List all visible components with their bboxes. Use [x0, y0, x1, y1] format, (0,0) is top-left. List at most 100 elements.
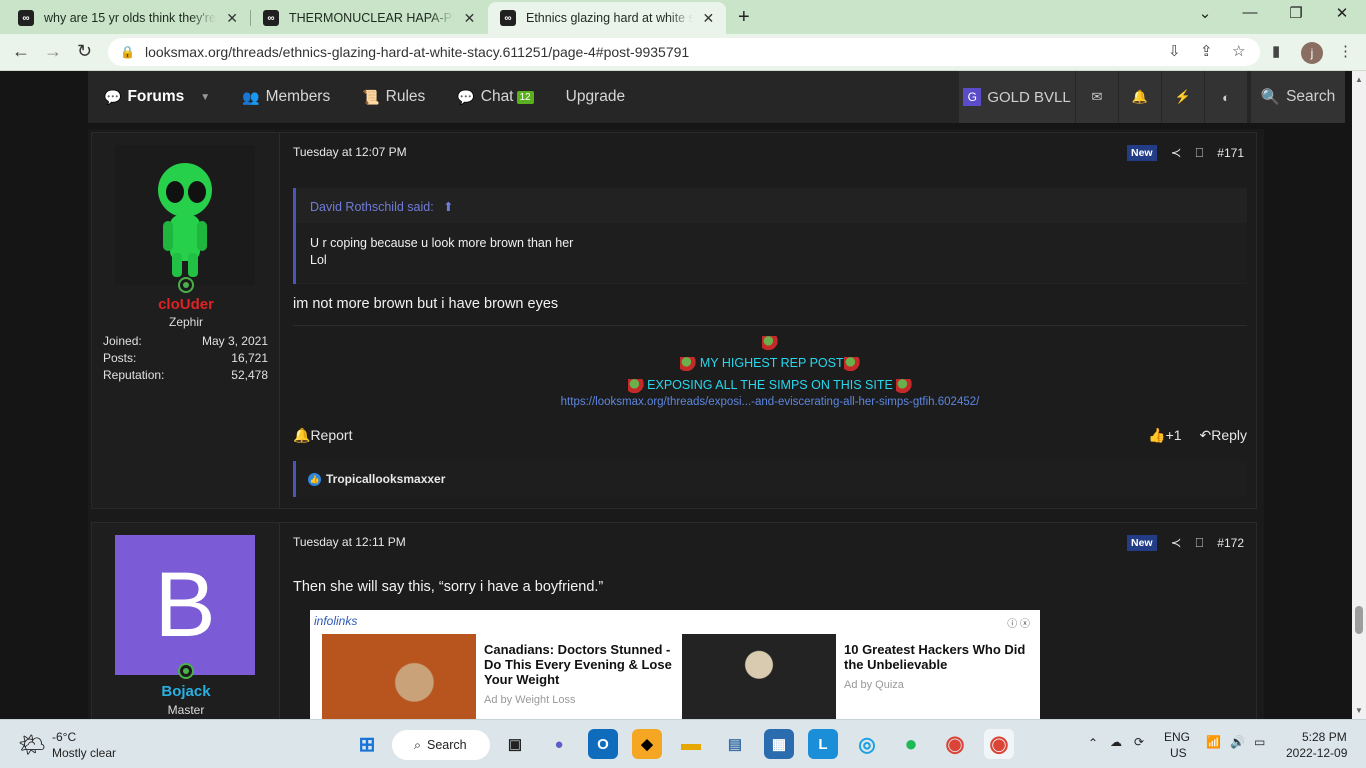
start-icon[interactable]: ⊞	[352, 729, 382, 759]
language-label[interactable]: ENG	[1164, 730, 1190, 744]
stat-label: Posts:	[103, 351, 137, 365]
side-panel-icon[interactable]: ▮	[1272, 42, 1280, 60]
scanner-app-icon[interactable]: ▤	[720, 729, 750, 759]
new-badge: New	[1126, 145, 1157, 161]
ad-title[interactable]: Canadians: Doctors Stunned - Do This Eve…	[484, 642, 676, 687]
sig-line-1[interactable]: MY HIGHEST REP POST	[293, 352, 1247, 374]
l-app-icon[interactable]: L	[808, 729, 838, 759]
chrome-icon[interactable]: ◉	[940, 729, 970, 759]
infolinks-ad[interactable]: infolinks ⓘ ⓧ Canadians: Doctors Stunned…	[310, 610, 1040, 719]
alerts-bell-icon[interactable]: 🔔	[1119, 71, 1161, 123]
close-window-button[interactable]: ✕	[1322, 4, 1362, 22]
weather-desc[interactable]: Mostly clear	[52, 746, 116, 760]
forward-icon[interactable]: →	[44, 41, 62, 62]
scroll-thumb[interactable]	[1355, 606, 1363, 634]
share-icon[interactable]: ≺	[1171, 145, 1182, 161]
lock-icon[interactable]: 🔒	[120, 45, 135, 59]
nav-members[interactable]: 👥 Members	[226, 71, 346, 123]
account-button[interactable]: G GOLD BVLL	[959, 71, 1075, 123]
report-button[interactable]: 🔔Report	[293, 427, 352, 444]
browser-tab-2[interactable]: ∞ THERMONUCLEAR HAPA-PILL | L ✕	[251, 2, 487, 34]
bookmark-icon[interactable]: ⎕	[1195, 535, 1203, 551]
file-explorer-icon[interactable]: ▬	[676, 729, 706, 759]
username[interactable]: Bojack	[92, 683, 280, 700]
sig-link[interactable]: https://looksmax.org/threads/exposi...-a…	[293, 396, 1247, 408]
battery-icon[interactable]: ▭	[1254, 735, 1265, 749]
weather-temp[interactable]: -6°C	[52, 730, 76, 744]
outlook-icon[interactable]: O	[588, 729, 618, 759]
page-scrollbar[interactable]: ▲ ▼	[1352, 71, 1366, 719]
minimize-button[interactable]: —	[1230, 4, 1270, 21]
user-avatar-alien[interactable]	[115, 145, 255, 285]
volume-icon[interactable]: 🔊	[1230, 735, 1245, 749]
ad-close-icon[interactable]: ⓘ ⓧ	[1007, 615, 1030, 630]
user-avatar-letter[interactable]: B	[115, 535, 255, 675]
store-icon[interactable]: ▦	[764, 729, 794, 759]
nav-forums[interactable]: 💬 Forums ▼	[88, 71, 226, 123]
tab-search-icon[interactable]: ⌄	[1185, 4, 1225, 22]
reacted-by[interactable]: Tropicallooksmaxxer	[326, 472, 445, 486]
region-label[interactable]: US	[1170, 746, 1187, 760]
clock-time[interactable]: 5:28 PM	[1302, 730, 1347, 744]
ad-image-spice[interactable]	[322, 634, 476, 719]
post-date[interactable]: Tuesday at 12:11 PM	[293, 535, 406, 549]
tab-title: why are 15 yr olds think they're s	[44, 11, 217, 25]
ad-title[interactable]: 10 Greatest Hackers Who Did the Unbeliev…	[844, 642, 1036, 672]
bookmark-star-icon[interactable]: ☆	[1232, 42, 1245, 60]
reactions-bar[interactable]: 👍 Tropicallooksmaxxer	[293, 461, 1247, 497]
chevron-down-icon[interactable]: ▼	[200, 92, 210, 103]
username[interactable]: cloUder	[92, 296, 280, 313]
scroll-icon: 📜	[362, 88, 380, 105]
share-icon[interactable]: ⇪	[1200, 42, 1213, 60]
teams-icon[interactable]: ●	[544, 729, 574, 759]
close-tab-icon[interactable]: ✕	[462, 10, 477, 27]
edge-icon[interactable]: ◎	[852, 729, 882, 759]
browser-tab-strip: ∞ why are 15 yr olds think they're s ✕ ∞…	[0, 0, 1366, 34]
style-toggle-icon[interactable]: ◐	[1205, 71, 1247, 123]
restore-button[interactable]: ❐	[1276, 4, 1316, 22]
ad-image-hacker[interactable]	[682, 634, 836, 719]
browser-tab-3-active[interactable]: ∞ Ethnics glazing hard at white stac ✕	[488, 2, 726, 34]
like-button[interactable]: 👍+1	[1148, 427, 1181, 443]
quote-header[interactable]: David Rothschild said: ⬆	[310, 199, 454, 214]
task-view-icon[interactable]: ▣	[500, 729, 530, 759]
app-icon[interactable]: ◆	[632, 729, 662, 759]
chrome-profile-icon[interactable]: ◉	[984, 729, 1014, 759]
post-number-link[interactable]: #171	[1217, 146, 1244, 160]
nav-rules[interactable]: 📜 Rules	[346, 71, 441, 123]
account-name: GOLD BVLL	[987, 88, 1071, 106]
share-icon[interactable]: ≺	[1171, 535, 1182, 551]
close-tab-icon[interactable]: ✕	[701, 10, 716, 27]
wifi-icon[interactable]: 📶	[1206, 735, 1221, 749]
weather-icon[interactable]: 🌤	[18, 732, 46, 758]
back-icon[interactable]: ←	[12, 41, 30, 62]
nav-upgrade[interactable]: Upgrade	[550, 71, 641, 123]
whats-new-bolt-icon[interactable]: ⚡	[1162, 71, 1204, 123]
sync-icon[interactable]: ⟳	[1134, 735, 1144, 749]
scroll-down-icon[interactable]: ▼	[1355, 706, 1363, 715]
show-hidden-icons[interactable]: ⌃	[1088, 736, 1098, 750]
post-number-link[interactable]: #172	[1217, 536, 1244, 550]
address-bar[interactable]: 🔒 looksmax.org/threads/ethnics-glazing-h…	[108, 38, 1260, 66]
cloud-icon[interactable]: ☁	[1110, 735, 1122, 749]
bookmark-icon[interactable]: ⎕	[1195, 145, 1203, 161]
browser-tab-1[interactable]: ∞ why are 15 yr olds think they're s ✕	[6, 2, 250, 34]
chrome-menu-icon[interactable]: ⋮	[1338, 42, 1353, 60]
reload-icon[interactable]: ↻	[77, 41, 92, 62]
scroll-up-icon[interactable]: ▲	[1355, 75, 1363, 84]
post-date[interactable]: Tuesday at 12:07 PM	[293, 145, 407, 159]
close-tab-icon[interactable]: ✕	[224, 10, 240, 27]
inbox-icon[interactable]: ✉	[1076, 71, 1118, 123]
taskbar-search[interactable]: ⌕ Search	[392, 730, 490, 760]
new-tab-button[interactable]: +	[738, 6, 750, 29]
install-icon[interactable]: ⇩	[1168, 42, 1181, 60]
spotify-icon[interactable]: ●	[896, 729, 926, 759]
profile-avatar[interactable]: j	[1301, 42, 1323, 64]
arrow-up-circle-icon[interactable]: ⬆	[443, 200, 453, 214]
quote-block: David Rothschild said: ⬆ U r coping beca…	[293, 188, 1247, 284]
search-button[interactable]: 🔍 Search	[1251, 71, 1345, 123]
nav-chat[interactable]: 💬 Chat 12	[441, 71, 549, 123]
clock-date[interactable]: 2022-12-09	[1286, 746, 1347, 760]
reply-button[interactable]: ↶Reply	[1199, 427, 1247, 443]
sig-line-2[interactable]: EXPOSING ALL THE SIMPS ON THIS SITE	[293, 374, 1247, 396]
